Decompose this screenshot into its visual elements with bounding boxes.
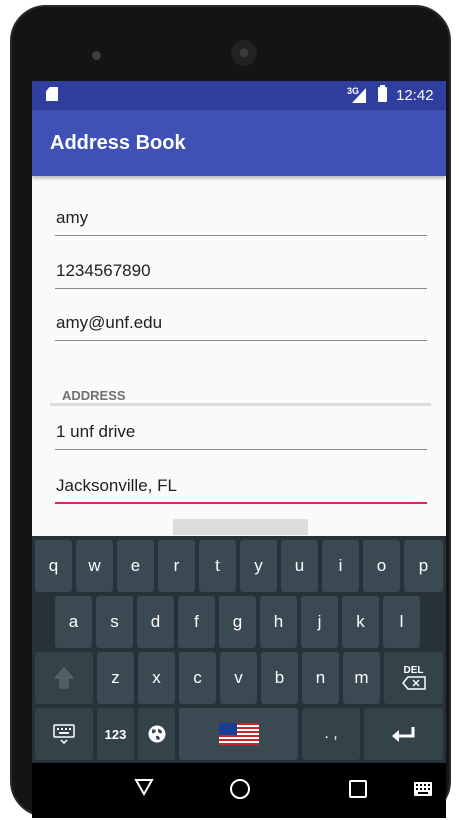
app-title: Address Book: [50, 132, 186, 154]
key-g[interactable]: g: [219, 596, 256, 648]
key-k[interactable]: k: [342, 596, 379, 648]
phone-field[interactable]: 1234567890: [55, 253, 427, 289]
navigation-bar: [32, 763, 446, 818]
shift-key[interactable]: [35, 652, 93, 704]
home-circle-icon[interactable]: [230, 779, 250, 799]
name-field[interactable]: amy: [55, 200, 427, 236]
battery-icon: [378, 85, 387, 102]
front-camera: [92, 51, 101, 60]
key-a[interactable]: a: [55, 596, 92, 648]
keyboard-picker-icon[interactable]: [414, 782, 432, 796]
keyboard-switch-key[interactable]: [35, 708, 93, 760]
enter-icon: [391, 727, 414, 742]
delete-label: DEL: [403, 665, 424, 676]
key-h[interactable]: h: [260, 596, 297, 648]
sd-card-icon: [46, 87, 58, 101]
key-t[interactable]: t: [199, 540, 236, 592]
key-f[interactable]: f: [178, 596, 215, 648]
key-m[interactable]: m: [343, 652, 380, 704]
key-l[interactable]: l: [383, 596, 420, 648]
key-b[interactable]: b: [261, 652, 298, 704]
street-field[interactable]: 1 unf drive: [55, 414, 427, 450]
scroll-indicator: [173, 519, 308, 535]
us-flag-icon: [218, 723, 259, 745]
key-x[interactable]: x: [138, 652, 175, 704]
key-v[interactable]: v: [220, 652, 257, 704]
city-state-field[interactable]: Jacksonville, FL: [55, 468, 427, 504]
space-key[interactable]: [179, 708, 298, 760]
backspace-icon: [401, 676, 426, 690]
status-bar: 3G 12:42: [32, 81, 446, 110]
key-w[interactable]: w: [76, 540, 113, 592]
key-o[interactable]: o: [363, 540, 400, 592]
key-d[interactable]: d: [137, 596, 174, 648]
shift-icon: [54, 667, 74, 689]
key-u[interactable]: u: [281, 540, 318, 592]
back-triangle-icon[interactable]: [134, 777, 154, 797]
key-e[interactable]: e: [117, 540, 154, 592]
delete-key[interactable]: DEL: [384, 652, 443, 704]
enter-key[interactable]: [364, 708, 443, 760]
signal-icon: [352, 88, 366, 103]
keyboard-icon: [53, 724, 75, 744]
key-n[interactable]: n: [302, 652, 339, 704]
key-y[interactable]: y: [240, 540, 277, 592]
key-i[interactable]: i: [322, 540, 359, 592]
key-s[interactable]: s: [96, 596, 133, 648]
key-c[interactable]: c: [179, 652, 216, 704]
device-screen: 3G 12:42 Address Book amy 1234567890 amy…: [32, 81, 446, 818]
language-key[interactable]: [138, 708, 175, 760]
key-r[interactable]: r: [158, 540, 195, 592]
recent-apps-icon[interactable]: [349, 780, 367, 798]
punctuation-key[interactable]: . ,: [302, 708, 360, 760]
email-field[interactable]: amy@unf.edu: [55, 305, 427, 341]
key-z[interactable]: z: [97, 652, 134, 704]
key-j[interactable]: j: [301, 596, 338, 648]
key-p[interactable]: p: [404, 540, 443, 592]
globe-icon: [148, 725, 165, 743]
key-q[interactable]: q: [35, 540, 72, 592]
earpiece-speaker: [231, 40, 257, 66]
status-clock: 12:42: [396, 87, 434, 104]
address-section-header: ADDRESS: [50, 384, 431, 406]
numbers-key[interactable]: 123: [97, 708, 134, 760]
soft-keyboard: q w e r t y u i o p a s d f g h j k l z …: [32, 536, 446, 763]
app-bar: Address Book: [32, 110, 446, 176]
